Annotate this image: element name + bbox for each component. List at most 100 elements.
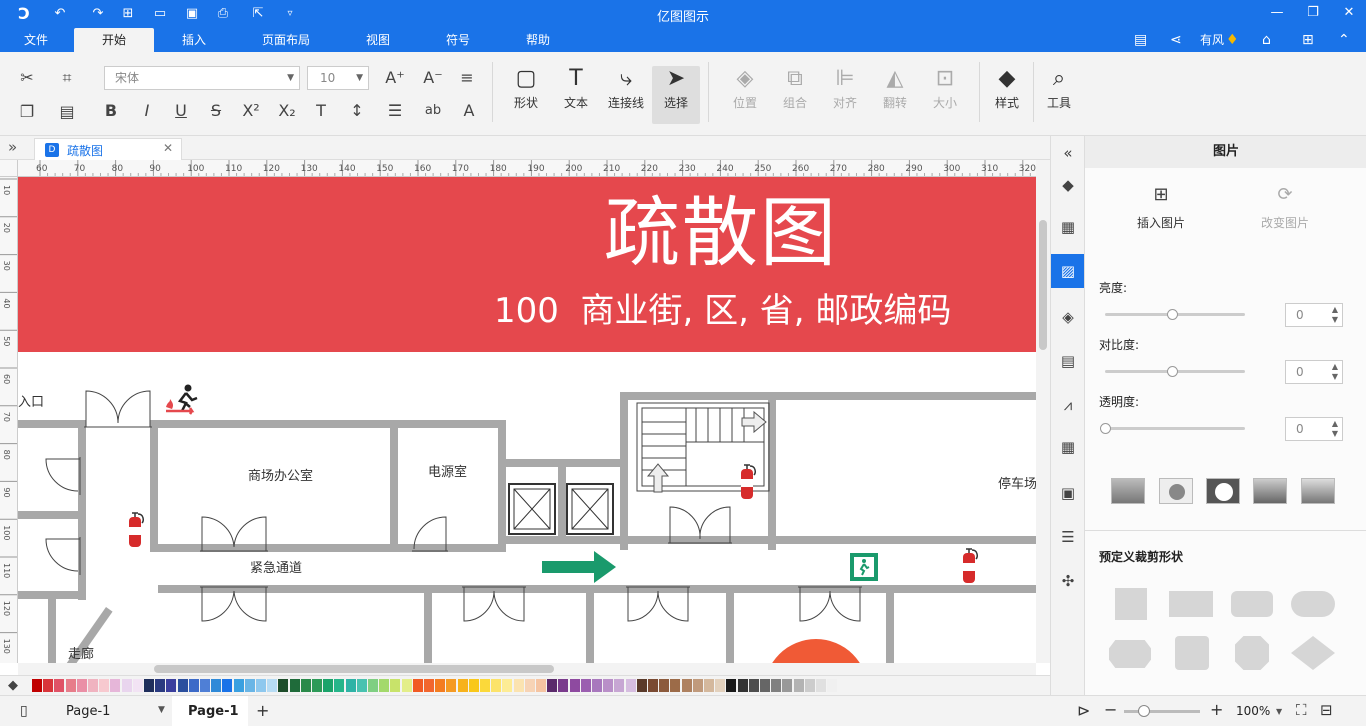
- brightness-input[interactable]: 0 ▲ ▼: [1285, 303, 1343, 327]
- font-size-select[interactable]: 10 ▼: [307, 66, 369, 90]
- color-swatch[interactable]: [603, 679, 614, 692]
- color-swatch[interactable]: [580, 679, 591, 692]
- increase-font-icon[interactable]: A⁺: [384, 67, 406, 89]
- table-icon[interactable]: ▦: [1057, 436, 1079, 458]
- spinner-icon[interactable]: ▲ ▼: [1332, 305, 1338, 325]
- copy-icon[interactable]: ❐: [16, 101, 38, 123]
- vip-icon[interactable]: ♦: [1226, 31, 1239, 49]
- color-swatch[interactable]: [748, 679, 759, 692]
- evacuation-arrow-icon[interactable]: [542, 551, 616, 583]
- color-swatch[interactable]: [726, 679, 737, 692]
- spinner-icon[interactable]: ▲ ▼: [1332, 419, 1338, 439]
- crop-shape-octagon[interactable]: [1235, 636, 1269, 670]
- color-swatch[interactable]: [782, 679, 793, 692]
- layers-icon[interactable]: ◈: [1057, 306, 1079, 328]
- color-swatch[interactable]: [233, 679, 244, 692]
- vertical-scroll-thumb[interactable]: [1039, 220, 1047, 350]
- image-effect-thumbnail[interactable]: [1253, 478, 1287, 504]
- connect-icon[interactable]: ✣: [1057, 570, 1079, 592]
- user-name[interactable]: 有风: [1200, 31, 1224, 49]
- fit-width-icon[interactable]: ⊟: [1320, 701, 1333, 719]
- color-swatch[interactable]: [256, 679, 266, 692]
- color-swatch[interactable]: [222, 679, 233, 692]
- color-swatch[interactable]: [278, 679, 289, 692]
- crop-shape-diamond[interactable]: [1291, 636, 1335, 670]
- style-button[interactable]: ◆ 样式: [984, 66, 1030, 124]
- color-swatch[interactable]: [312, 679, 322, 692]
- color-swatch[interactable]: [804, 679, 815, 692]
- color-swatch[interactable]: [793, 679, 804, 692]
- contrast-slider-knob[interactable]: [1167, 366, 1178, 377]
- connector-button[interactable]: ⤷ 连接线: [603, 66, 649, 124]
- color-swatch[interactable]: [144, 679, 154, 692]
- apps-icon[interactable]: ⊞: [1302, 31, 1314, 49]
- color-swatch[interactable]: [457, 679, 468, 692]
- color-swatch[interactable]: [334, 679, 345, 692]
- text-format-icon[interactable]: T: [310, 100, 332, 122]
- color-swatch[interactable]: [188, 679, 199, 692]
- color-swatch[interactable]: [536, 679, 546, 692]
- line-spacing-icon[interactable]: ↕: [346, 100, 368, 122]
- color-swatch[interactable]: [300, 679, 311, 692]
- color-swatch[interactable]: [614, 679, 625, 692]
- crop-shape-rounded-square[interactable]: [1175, 636, 1209, 670]
- superscript-icon[interactable]: X²: [240, 100, 262, 122]
- close-tab-icon[interactable]: ✕: [163, 141, 173, 155]
- color-swatch[interactable]: [177, 679, 188, 692]
- page-select[interactable]: Page-1: [66, 704, 110, 719]
- diagram-address[interactable]: 100 商业街, 区, 省, 邮政编码: [494, 283, 951, 332]
- color-swatch[interactable]: [379, 679, 390, 692]
- expand-library-icon[interactable]: »: [8, 138, 17, 156]
- assembly-point-marker[interactable]: [764, 639, 868, 663]
- color-swatch[interactable]: [468, 679, 479, 692]
- crop-shape-rounded-rectangle[interactable]: [1231, 591, 1273, 617]
- room-label-office[interactable]: 商场办公室: [248, 465, 313, 484]
- position-button[interactable]: ◈ 位置: [722, 66, 768, 124]
- outline-icon[interactable]: ☰: [1057, 526, 1079, 548]
- crop-shape-pill[interactable]: [1291, 591, 1335, 617]
- color-swatch[interactable]: [737, 679, 748, 692]
- page-panel-icon[interactable]: ▯: [20, 703, 28, 719]
- color-swatch[interactable]: [625, 679, 636, 692]
- comment-icon[interactable]: ▤: [1134, 31, 1147, 49]
- color-swatch[interactable]: [648, 679, 658, 692]
- chevron-down-icon[interactable]: ▼: [1276, 707, 1282, 716]
- color-swatch[interactable]: [88, 679, 98, 692]
- color-swatch[interactable]: [110, 679, 121, 692]
- room-label-power[interactable]: 电源室: [428, 461, 467, 480]
- color-swatch[interactable]: [121, 679, 132, 692]
- text-case-icon[interactable]: ab: [422, 100, 444, 122]
- fire-extinguisher-icon[interactable]: [122, 509, 148, 549]
- fill-bucket-icon[interactable]: ◆: [8, 678, 18, 693]
- shape-button[interactable]: ▢ 形状: [503, 66, 549, 124]
- exit-sign-icon[interactable]: [850, 553, 878, 581]
- transparency-slider-knob[interactable]: [1100, 423, 1111, 434]
- vertical-scrollbar[interactable]: [1036, 160, 1050, 663]
- collapse-panel-icon[interactable]: «: [1057, 142, 1079, 164]
- color-swatch[interactable]: [43, 679, 54, 692]
- color-swatch[interactable]: [502, 679, 513, 692]
- chart-icon[interactable]: ⩘: [1057, 394, 1079, 416]
- color-swatch[interactable]: [592, 679, 602, 692]
- color-swatch[interactable]: [323, 679, 334, 692]
- crop-shape-square[interactable]: [1115, 588, 1147, 620]
- minimize-icon[interactable]: —: [1260, 0, 1294, 28]
- color-swatch[interactable]: [558, 679, 569, 692]
- color-swatch[interactable]: [76, 679, 87, 692]
- color-swatch[interactable]: [827, 679, 838, 692]
- transparency-slider[interactable]: [1105, 427, 1245, 430]
- spinner-icon[interactable]: ▲ ▼: [1332, 362, 1338, 382]
- skin-icon[interactable]: ⌂: [1262, 31, 1271, 49]
- color-swatch[interactable]: [412, 679, 423, 692]
- color-swatch[interactable]: [659, 679, 670, 692]
- color-swatch[interactable]: [132, 679, 143, 692]
- image-effect-thumbnail[interactable]: [1111, 478, 1145, 504]
- color-swatch[interactable]: [670, 679, 681, 692]
- fire-extinguisher-icon[interactable]: [734, 461, 760, 501]
- strikethrough-icon[interactable]: S: [205, 100, 227, 122]
- room-label-corridor[interactable]: 走廊: [68, 643, 94, 662]
- color-swatch[interactable]: [289, 679, 300, 692]
- add-page-icon[interactable]: +: [256, 701, 269, 720]
- diagram-title[interactable]: 疏散图: [604, 177, 838, 281]
- color-swatch[interactable]: [480, 679, 490, 692]
